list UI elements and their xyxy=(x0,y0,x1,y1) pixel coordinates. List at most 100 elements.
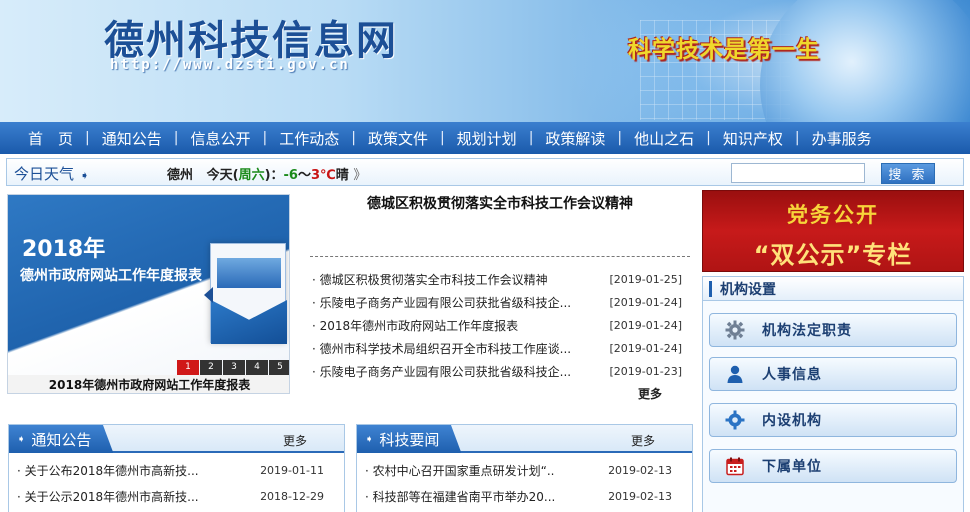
party-banner-line1: 党务公开 xyxy=(787,203,879,227)
list-item[interactable]: · 乐陵电子商务产业园有限公司获批省级科技企... [2019-01-23] xyxy=(312,360,682,383)
nav-item-label: 知识产权 xyxy=(722,129,783,148)
nav-item-label: 信息公开 xyxy=(190,129,251,148)
list-item[interactable]: · 关于公示2018年德州市高新技... 2018-12-29 xyxy=(9,483,344,509)
slide-report-title: 德州市政府网站工作年度报表 xyxy=(20,268,202,284)
weather-city: 德州 xyxy=(167,168,194,183)
nav-item-notices[interactable]: 通知公告 xyxy=(90,122,174,154)
slide-page-button[interactable]: 2 xyxy=(200,360,222,375)
news-more-link[interactable]: 更多 xyxy=(638,385,662,402)
news-title: · 乐陵电子商务产业园有限公司获批省级科技企... xyxy=(312,296,572,310)
main-nav: 首 页 | 通知公告 | 信息公开 | 工作动态 | 政策文件 | 规划计划 |… xyxy=(0,122,970,154)
nav-item-services[interactable]: 办事服务 xyxy=(800,122,884,154)
double-chevron-right-icon: ➧ xyxy=(365,433,374,445)
news-title: · 2018年德州市政府网站工作年度报表 xyxy=(312,319,519,333)
org-button-label: 内设机构 xyxy=(762,413,822,429)
nav-item-label: 政策解读 xyxy=(545,129,606,148)
tech-news-box-tab[interactable]: ➧ 科技要闻 xyxy=(357,425,462,453)
tech-news-date: 2019-02-13 xyxy=(608,489,672,503)
nav-item-policy-interpretation[interactable]: 政策解读 xyxy=(533,122,617,154)
envelope-illustration xyxy=(211,300,287,344)
weather-high-temp: 3℃ xyxy=(311,168,336,183)
calendar-icon xyxy=(724,455,746,477)
org-panel-title: 机构设置 xyxy=(720,281,776,298)
list-item[interactable]: · 农村中心召开国家重点研发计划“... 2019-02-13 xyxy=(357,457,692,483)
search-button[interactable]: 搜 索 xyxy=(881,163,935,184)
news-date: [2019-01-23] xyxy=(609,365,682,378)
search-input[interactable] xyxy=(731,163,865,183)
list-item[interactable]: · 科技部等在福建省南平市举办20... 2019-02-13 xyxy=(357,483,692,509)
news-list: · 德城区积极贯彻落实全市科技工作会议精神 [2019-01-25] · 乐陵电子… xyxy=(312,268,682,383)
nav-item-home[interactable]: 首 页 xyxy=(16,122,85,154)
notice-box-tab[interactable]: ➧ 通知公告 xyxy=(9,425,114,453)
nav-item-policy-docs[interactable]: 政策文件 xyxy=(356,122,440,154)
slide-page-button[interactable]: 1 xyxy=(177,360,199,375)
person-icon xyxy=(724,363,746,385)
list-item[interactable]: · 德州市科学技术局组织召开全市科技工作座谈... [2019-01-24] xyxy=(312,337,682,360)
dashed-divider xyxy=(310,256,690,257)
weather-today: 今天 xyxy=(206,168,233,183)
nav-item-info-disclosure[interactable]: 信息公开 xyxy=(178,122,262,154)
tech-news-more-link[interactable]: 更多 xyxy=(631,432,655,449)
slide-page-button[interactable]: 3 xyxy=(223,360,245,375)
list-item[interactable]: · 关于公布2018年德州市高新技... 2019-01-11 xyxy=(9,457,344,483)
header-slogan: 科学技术是第一生 xyxy=(628,37,820,63)
slide-year-title: 2018年 xyxy=(22,237,106,262)
list-item[interactable]: · 乐陵电子商务产业园有限公司获批省级科技企... [2019-01-24] xyxy=(312,291,682,314)
cog-icon xyxy=(724,409,746,431)
notice-box-header: ➧ 通知公告 更多 xyxy=(9,425,344,453)
slide-pager: 1 2 3 4 5 xyxy=(176,360,289,375)
personnel-info-button[interactable]: 人事信息 xyxy=(709,357,957,391)
weather-tab-label: 今日天气 xyxy=(14,165,75,183)
news-title: · 德城区积极贯彻落实全市科技工作会议精神 xyxy=(312,273,548,287)
header-accent-bar xyxy=(709,280,712,297)
nav-item-label: 政策文件 xyxy=(367,129,428,148)
nav-item-work-news[interactable]: 工作动态 xyxy=(267,122,351,154)
featured-slideshow[interactable]: 2018年 德州市政府网站工作年度报表 1 2 3 4 5 2018年德州市政府… xyxy=(7,194,290,394)
notice-box-title: 通知公告 xyxy=(31,430,92,449)
nav-item-label: 办事服务 xyxy=(811,129,872,148)
weather-low-temp: -6 xyxy=(283,168,298,183)
news-title: · 德州市科学技术局组织召开全市科技工作座谈... xyxy=(312,342,572,356)
slide-caption[interactable]: 2018年德州市政府网站工作年度报表 xyxy=(8,375,289,393)
list-item[interactable]: · 2018年德州市政府网站工作年度报表 [2019-01-24] xyxy=(312,314,682,337)
notice-box: ➧ 通知公告 更多 · 关于公布2018年德州市高新技... 2019-01-11 … xyxy=(8,424,345,512)
double-chevron-right-icon: ➧ xyxy=(80,169,90,182)
notice-date: 2019-01-11 xyxy=(260,463,324,477)
org-button-label: 下属单位 xyxy=(762,459,822,475)
weather-weekday: 周六 xyxy=(238,168,265,183)
notice-more-link[interactable]: 更多 xyxy=(283,432,307,449)
nav-item-other-stones[interactable]: 他山之石 xyxy=(622,122,706,154)
tech-news-title: · 农村中心召开国家重点研发计划“... xyxy=(365,463,555,478)
nav-item-ip[interactable]: 知识产权 xyxy=(711,122,795,154)
news-date: [2019-01-24] xyxy=(609,296,682,309)
notice-title: · 关于公布2018年德州市高新技... xyxy=(17,463,199,478)
slide-page-button[interactable]: 4 xyxy=(246,360,268,375)
slide-prev-arrow-icon[interactable] xyxy=(204,287,213,303)
weather-tab[interactable]: 今日天气 ➧ xyxy=(14,163,89,184)
weather-search-bar: 今日天气 ➧ 德州 今天(周六)：-6～3℃晴 》 搜 索 xyxy=(6,158,964,186)
nav-item-planning[interactable]: 规划计划 xyxy=(445,122,529,154)
tech-news-box-header: ➧ 科技要闻 更多 xyxy=(357,425,692,453)
headline-title[interactable]: 德城区积极贯彻落实全市科技工作会议精神 xyxy=(310,193,690,213)
site-url: http://www.dzsti.gov.cn xyxy=(110,57,350,73)
tech-news-date: 2019-02-13 xyxy=(608,463,672,477)
news-date: [2019-01-24] xyxy=(609,342,682,355)
report-document-illustration xyxy=(210,243,287,344)
nav-item-label: 首 页 xyxy=(28,129,74,148)
org-button-label: 机构法定职责 xyxy=(762,323,852,339)
subordinate-units-button[interactable]: 下属单位 xyxy=(709,449,957,483)
party-affairs-banner[interactable]: 党务公开 “双公示”专栏 xyxy=(702,190,964,272)
org-duties-button[interactable]: 机构法定职责 xyxy=(709,313,957,347)
notice-date: 2018-12-29 xyxy=(260,489,324,503)
list-item[interactable]: · 德城区积极贯彻落实全市科技工作会议精神 [2019-01-25] xyxy=(312,268,682,291)
org-settings-panel: 机构设置 机构法定职责 人事信息 内设机构 下属单位 xyxy=(702,276,964,512)
tech-news-title: · 科技部等在福建省南平市举办20... xyxy=(365,489,555,504)
header-banner: 德州科技信息网 http://www.dzsti.gov.cn 科学技术是第一生 xyxy=(0,0,970,122)
weather-more-link[interactable]: 》 xyxy=(353,168,366,183)
org-panel-header: 机构设置 xyxy=(703,277,963,301)
internal-departments-button[interactable]: 内设机构 xyxy=(709,403,957,437)
tech-news-box: ➧ 科技要闻 更多 · 农村中心召开国家重点研发计划“... 2019-02-13 … xyxy=(356,424,693,512)
weather-condition: 晴 xyxy=(335,168,349,183)
slide-page-button[interactable]: 5 xyxy=(269,360,289,375)
news-date: [2019-01-24] xyxy=(609,319,682,332)
